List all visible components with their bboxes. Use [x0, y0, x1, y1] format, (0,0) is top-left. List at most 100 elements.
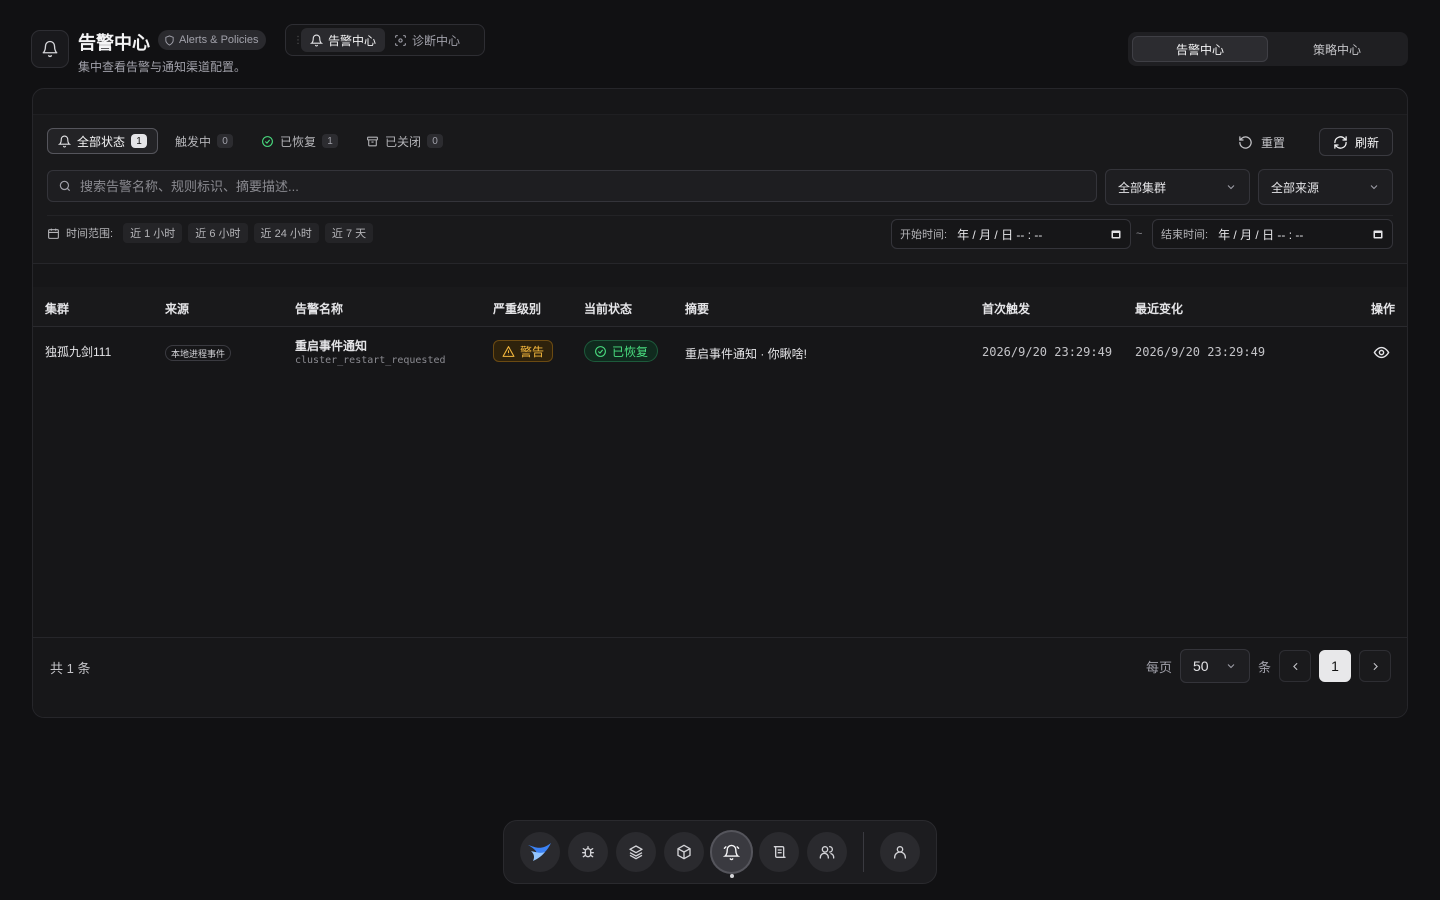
dock-profile[interactable]	[880, 832, 920, 872]
dock-logo[interactable]	[520, 832, 560, 872]
per-page-label: 每页	[1145, 659, 1172, 675]
dock-package[interactable]	[663, 832, 704, 872]
status-tab-all[interactable]: 全部状态 1	[47, 128, 159, 154]
status-tab-label: 已恢复	[280, 134, 317, 149]
start-time-value: 年 / 月 / 日 -- : --	[957, 227, 1043, 242]
cell-rule-id: cluster_restart_requested	[295, 355, 446, 366]
shield-icon	[165, 34, 174, 46]
reset-label: 重置	[1260, 135, 1285, 150]
drag-handle-icon[interactable]: ⋮	[293, 35, 303, 46]
tab-alert-center[interactable]: 告警中心	[301, 28, 386, 52]
cell-first-triggered: 2026/9/20 23:29:49	[982, 345, 1113, 359]
prev-page-button[interactable]	[1279, 650, 1311, 682]
search-icon	[59, 180, 71, 192]
table-footer: 共 1 条 每页 50 条 1	[33, 637, 1407, 717]
page-button-current[interactable]: 1	[1319, 650, 1351, 682]
end-time-label: 结束时间:	[1161, 229, 1209, 241]
time-range-label: 时间范围:	[66, 228, 114, 240]
range-chip-7d[interactable]: 近 7 天	[324, 223, 374, 243]
column-header: 告警名称	[295, 302, 344, 316]
tab-view-policies[interactable]: 策略中心	[1270, 36, 1404, 62]
end-time-value: 年 / 月 / 日 -- : --	[1218, 227, 1304, 242]
per-page-unit: 条	[1257, 659, 1271, 675]
severity-badge: 警告	[493, 340, 554, 362]
dock-layers[interactable]	[615, 832, 656, 872]
chevron-down-icon	[1227, 664, 1235, 669]
per-page-value: 50	[1192, 658, 1209, 674]
chevron-down-icon	[1370, 185, 1378, 190]
table-row[interactable]: 独孤九剑111 本地进程事件 重启事件通知 cluster_restart_re…	[33, 329, 1407, 373]
cell-summary: 重启事件通知 · 你瞅啥!	[685, 347, 807, 361]
status-tab-label: 已关闭	[385, 134, 422, 149]
search-box	[47, 170, 1097, 202]
tab-alert-center-label: 告警中心	[328, 33, 377, 48]
status-count: 1	[322, 134, 339, 148]
logo-icon	[527, 843, 551, 861]
per-page-select[interactable]: 50	[1179, 649, 1250, 683]
status-tab-resolved[interactable]: 已恢复 1	[250, 128, 349, 154]
range-chip-6h[interactable]: 近 6 小时	[188, 223, 248, 243]
dock-alerts[interactable]	[711, 832, 752, 878]
status-tab-label: 触发中	[175, 134, 212, 149]
cell-status: 已恢复	[584, 340, 659, 362]
status-badge: 已恢复	[584, 340, 659, 362]
status-tab-firing[interactable]: 触发中 0	[164, 128, 244, 154]
bell-icon	[310, 34, 323, 46]
calendar-icon	[1111, 230, 1121, 239]
status-count: 0	[217, 134, 234, 148]
package-icon	[676, 844, 691, 860]
page-title: 告警中心	[78, 33, 150, 53]
user-icon	[894, 846, 907, 859]
view-switch: 告警中心 策略中心	[1128, 32, 1408, 66]
status-count: 0	[427, 134, 444, 148]
pagination: 每页 50 条 1	[1146, 649, 1391, 683]
range-chip-24h[interactable]: 近 24 小时	[253, 223, 319, 243]
bell-icon	[722, 844, 740, 860]
column-header: 严重级别	[493, 302, 542, 316]
chevron-right-icon	[1372, 662, 1378, 670]
bug-icon	[581, 846, 594, 858]
source-select[interactable]: 全部来源	[1258, 169, 1393, 205]
tab-diagnosis-center[interactable]: 诊断中心	[385, 28, 469, 52]
total-count: 共 1 条	[50, 661, 91, 676]
rotate-ccw-icon	[1239, 135, 1252, 149]
dock-separator	[863, 832, 865, 872]
severity-label: 警告	[520, 344, 545, 359]
dock-logs[interactable]	[759, 832, 800, 872]
range-chip-1h[interactable]: 近 1 小时	[123, 223, 183, 243]
column-header: 操作	[1371, 302, 1396, 316]
view-button[interactable]	[1373, 344, 1390, 361]
start-time-field[interactable]: 开始时间: 年 / 月 / 日 -- : --	[891, 219, 1131, 249]
refresh-button[interactable]: 刷新	[1319, 128, 1393, 156]
layers-icon	[629, 845, 643, 860]
filter-bar: 全部状态 1 触发中 0 已恢复 1 已关闭 0 重置 刷新 搜索告警名称、规则…	[33, 114, 1407, 264]
search-input[interactable]	[80, 178, 1060, 194]
status-count: 1	[131, 134, 148, 148]
eye-icon	[1373, 346, 1390, 359]
end-time-field[interactable]: 结束时间: 年 / 月 / 日 -- : --	[1152, 219, 1393, 249]
status-tab-closed[interactable]: 已关闭 0	[355, 128, 454, 154]
start-time-label: 开始时间:	[900, 229, 948, 241]
dock-users[interactable]	[807, 832, 848, 872]
dock-debug[interactable]	[567, 832, 608, 872]
status-tab-label: 全部状态	[77, 134, 126, 149]
page-subtitle: 集中查看告警与通知渠道配置。	[78, 60, 247, 74]
header-badge-label: Alerts & Policies	[179, 34, 259, 46]
mode-switch: ⋮ 告警中心 诊断中心	[285, 24, 485, 56]
cell-alert-name: 重启事件通知	[295, 339, 368, 353]
next-page-button[interactable]	[1359, 650, 1391, 682]
tab-view-alerts[interactable]: 告警中心	[1132, 36, 1268, 62]
status-label: 已恢复	[612, 344, 649, 359]
calendar-icon	[1373, 230, 1383, 239]
calendar-icon	[48, 228, 59, 239]
column-header: 首次触发	[982, 302, 1031, 316]
refresh-label: 刷新	[1354, 135, 1379, 150]
cluster-select-value: 全部集群	[1118, 180, 1167, 195]
cell-source: 本地进程事件	[165, 345, 232, 361]
table-header: 集群 来源 告警名称 严重级别 当前状态 摘要 首次触发 最近变化 操作	[33, 287, 1407, 327]
reset-button[interactable]: 重置	[1232, 128, 1291, 156]
filter-divider	[47, 215, 1393, 216]
chevron-down-icon	[1227, 185, 1235, 190]
cluster-select[interactable]: 全部集群	[1105, 169, 1250, 205]
cell-last-changed: 2026/9/20 23:29:49	[1135, 345, 1266, 359]
